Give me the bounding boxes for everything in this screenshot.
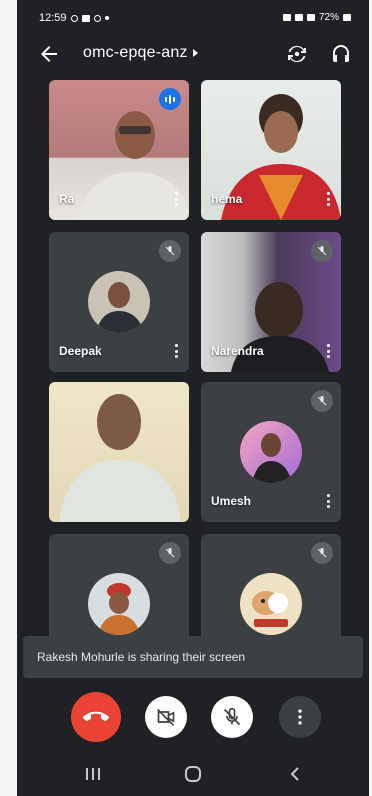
participant-name: Umesh	[211, 494, 252, 508]
switch-camera-button[interactable]	[285, 42, 309, 66]
system-navigation-bar	[17, 752, 369, 796]
mic-off-icon	[311, 390, 333, 412]
more-vert-icon[interactable]	[175, 192, 179, 206]
more-vert-icon[interactable]	[327, 494, 331, 508]
more-vert-icon[interactable]	[175, 344, 179, 358]
headphones-icon	[333, 45, 349, 62]
audio-output-button[interactable]	[329, 42, 353, 66]
meeting-code: omc-epqe-anz	[83, 44, 188, 61]
mic-off-icon	[159, 240, 181, 262]
avatar	[88, 573, 150, 635]
switch-camera-icon	[288, 45, 306, 63]
avatar	[240, 573, 302, 635]
speaking-indicator	[159, 88, 181, 110]
home-icon	[185, 766, 201, 782]
status-time: 12:59	[39, 12, 67, 24]
toast-message: Rakesh Mohurle is sharing their screen	[37, 650, 246, 664]
more-options-button[interactable]	[279, 696, 321, 738]
caret-right-icon	[192, 49, 198, 57]
more-vert-icon[interactable]	[327, 192, 331, 206]
mic-toggle-button[interactable]	[211, 696, 253, 738]
alarm-icon	[282, 14, 291, 21]
battery-percent: 72%	[318, 12, 339, 23]
avatar	[240, 421, 302, 483]
battery-icon	[343, 14, 351, 21]
message-icon	[81, 14, 90, 22]
mic-off-icon	[159, 542, 181, 564]
volte-icon	[294, 14, 303, 21]
status-bar: 12:59 72%	[17, 0, 369, 34]
screen-share-toast: Rakesh Mohurle is sharing their screen	[23, 636, 363, 678]
signal-icon	[306, 14, 315, 21]
system-back-button[interactable]	[283, 762, 307, 786]
mic-off-icon	[311, 542, 333, 564]
participant-tile[interactable]	[49, 382, 189, 522]
notification-icon	[93, 14, 101, 22]
recent-apps-button[interactable]	[81, 762, 105, 786]
back-button[interactable]	[37, 42, 61, 66]
participant-tile[interactable]: Umesh	[201, 382, 341, 522]
mic-off-icon	[223, 707, 241, 726]
participant-name: hema	[211, 192, 243, 206]
mic-off-icon	[311, 240, 333, 262]
participant-name: Ra	[59, 192, 75, 206]
call-controls	[17, 692, 369, 742]
participant-tile[interactable]: hema	[201, 80, 341, 220]
meeting-title-button[interactable]: omc-epqe-anz	[83, 44, 198, 62]
home-button[interactable]	[181, 762, 205, 786]
status-right: 72%	[282, 12, 351, 23]
participant-name: Deepak	[59, 344, 102, 358]
end-call-button[interactable]	[71, 692, 121, 742]
participant-video	[59, 394, 181, 522]
camera-off-icon	[157, 708, 175, 726]
participant-tile[interactable]: Narendra	[201, 232, 341, 372]
chevron-left-icon	[290, 767, 299, 781]
more-notifications-icon	[104, 16, 109, 20]
status-left: 12:59	[39, 12, 109, 24]
arrow-left-icon	[41, 46, 57, 62]
camera-toggle-button[interactable]	[145, 696, 187, 738]
phone-hangup-icon	[83, 711, 109, 722]
participant-tile[interactable]: Deepak	[49, 232, 189, 372]
phone-screen: 12:59 72% omc-epqe-anz Ra hema Deepak Na…	[17, 0, 369, 796]
more-vert-icon	[298, 709, 302, 725]
meeting-header: omc-epqe-anz	[17, 34, 369, 74]
participant-name: Narendra	[211, 344, 264, 358]
avatar	[88, 271, 150, 333]
participant-tile[interactable]: Ra	[49, 80, 189, 220]
whatsapp-icon	[70, 14, 78, 22]
more-vert-icon[interactable]	[327, 344, 331, 358]
recent-apps-icon	[86, 768, 100, 780]
